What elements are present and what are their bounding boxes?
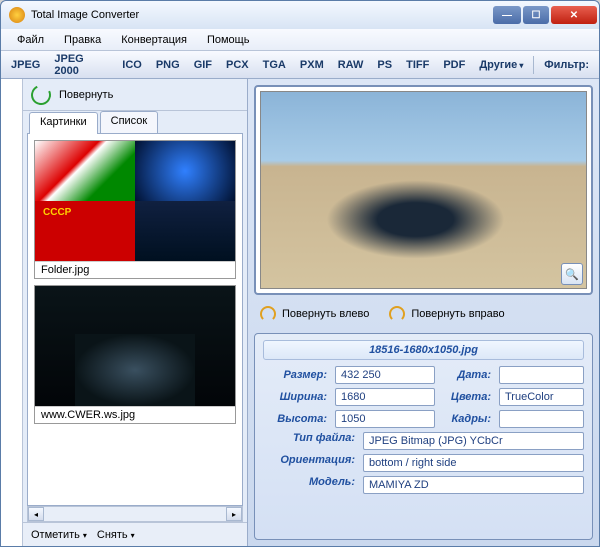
fmt-jpeg2000[interactable]: JPEG 2000	[50, 51, 112, 79]
thumbnail-label: www.CWER.ws.jpg	[35, 406, 235, 423]
rotate-icon	[28, 82, 54, 108]
fmt-gif[interactable]: GIF	[190, 57, 216, 73]
filename-display: 18516-1680x1050.jpg	[263, 340, 584, 360]
model-label: Модель:	[263, 476, 359, 494]
orientation-label: Ориентация:	[263, 454, 359, 472]
rotate-left-button[interactable]: Повернуть влево	[260, 306, 369, 322]
menu-convert[interactable]: Конвертация	[113, 32, 195, 48]
menu-help[interactable]: Помощь	[199, 32, 258, 48]
fmt-jpeg[interactable]: JPEG	[7, 57, 44, 73]
thumbnail-image	[35, 141, 235, 261]
menu-file[interactable]: Файл	[9, 32, 52, 48]
horizontal-scrollbar[interactable]: ◂ ▸	[27, 506, 243, 522]
thumb-tabs: Картинки Список	[23, 111, 247, 133]
format-toolbar: JPEG JPEG 2000 ICO PNG GIF PCX TGA PXM R…	[1, 51, 599, 79]
rotate-header[interactable]: Повернуть	[23, 79, 247, 111]
rotate-label: Повернуть	[59, 89, 113, 101]
thumbnail-image	[35, 286, 235, 406]
width-value: 1680	[335, 388, 435, 406]
rotate-right-icon	[389, 306, 405, 322]
rotate-right-label: Повернуть вправо	[411, 308, 504, 320]
fmt-pcx[interactable]: PCX	[222, 57, 253, 73]
fmt-tiff[interactable]: TIFF	[402, 57, 433, 73]
menubar: Файл Правка Конвертация Помощь	[1, 29, 599, 51]
fmt-tga[interactable]: TGA	[259, 57, 290, 73]
fmt-other-dropdown[interactable]: Другие	[475, 57, 527, 73]
scroll-right-button[interactable]: ▸	[226, 507, 242, 521]
toolbar-separator	[533, 56, 534, 74]
selection-bar: Отметить Снять	[23, 522, 247, 546]
fmt-pxm[interactable]: PXM	[296, 57, 328, 73]
colors-value: TrueColor	[499, 388, 584, 406]
filetype-label: Тип файла:	[263, 432, 359, 450]
content-area: Повернуть Картинки Список Folder.jpg www…	[1, 79, 599, 546]
rotate-right-button[interactable]: Повернуть вправо	[389, 306, 504, 322]
zoom-button[interactable]: 🔍	[561, 263, 583, 285]
colors-label: Цвета:	[439, 391, 495, 403]
fmt-ico[interactable]: ICO	[118, 57, 146, 73]
right-panel: 🔍 Повернуть влево Повернуть вправо 18516…	[248, 79, 599, 546]
thumbnail-item[interactable]: www.CWER.ws.jpg	[34, 285, 236, 424]
filter-label: Фильтр:	[540, 57, 593, 73]
preview-pane: 🔍	[254, 85, 593, 295]
scroll-left-button[interactable]: ◂	[28, 507, 44, 521]
unmark-dropdown[interactable]: Снять	[97, 529, 135, 541]
rotate-left-label: Повернуть влево	[282, 308, 369, 320]
titlebar[interactable]: Total Image Converter — ☐ ✕	[1, 1, 599, 29]
info-panel: 18516-1680x1050.jpg Размер: 432 250 Дата…	[254, 333, 593, 540]
app-window: Total Image Converter — ☐ ✕ Файл Правка …	[0, 0, 600, 547]
date-label: Дата:	[439, 369, 495, 381]
model-value: MAMIYA ZD	[363, 476, 584, 494]
fmt-ps[interactable]: PS	[373, 57, 396, 73]
size-value: 432 250	[335, 366, 435, 384]
menu-edit[interactable]: Правка	[56, 32, 109, 48]
tab-list[interactable]: Список	[100, 111, 159, 133]
maximize-button[interactable]: ☐	[523, 6, 549, 24]
fmt-png[interactable]: PNG	[152, 57, 184, 73]
orientation-value: bottom / right side	[363, 454, 584, 472]
minimize-button[interactable]: —	[493, 6, 521, 24]
app-icon	[9, 7, 25, 23]
left-panel: Повернуть Картинки Список Folder.jpg www…	[23, 79, 248, 546]
rotate-left-icon	[260, 306, 276, 322]
height-value: 1050	[335, 410, 435, 428]
window-title: Total Image Converter	[31, 9, 493, 21]
fmt-raw[interactable]: RAW	[334, 57, 368, 73]
close-button[interactable]: ✕	[551, 6, 597, 24]
magnifier-icon: 🔍	[565, 268, 579, 281]
frames-label: Кадры:	[439, 413, 495, 425]
width-label: Ширина:	[263, 391, 331, 403]
size-label: Размер:	[263, 369, 331, 381]
thumbnail-label: Folder.jpg	[35, 261, 235, 278]
date-value	[499, 366, 584, 384]
thumbnail-item[interactable]: Folder.jpg	[34, 140, 236, 279]
preview-image[interactable]	[260, 91, 587, 289]
fmt-pdf[interactable]: PDF	[439, 57, 469, 73]
mark-dropdown[interactable]: Отметить	[31, 529, 87, 541]
frames-value	[499, 410, 584, 428]
height-label: Высота:	[263, 413, 331, 425]
rotate-toolbar: Повернуть влево Повернуть вправо	[254, 300, 593, 328]
tab-pictures[interactable]: Картинки	[29, 112, 98, 134]
filetype-value: JPEG Bitmap (JPG) YCbCr	[363, 432, 584, 450]
folder-tree-strip[interactable]	[1, 79, 23, 546]
thumbnail-list[interactable]: Folder.jpg www.CWER.ws.jpg	[27, 133, 243, 506]
